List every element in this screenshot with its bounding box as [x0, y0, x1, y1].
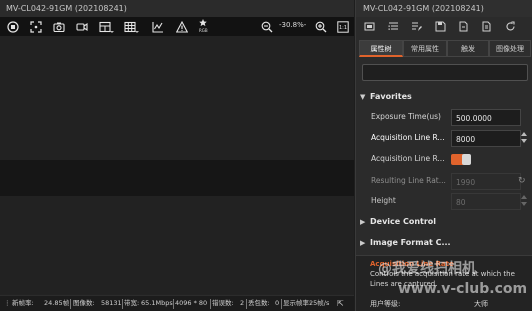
status-frame-rate-label: 新帧率:	[12, 299, 34, 307]
property-search-input[interactable]	[362, 64, 528, 81]
tab-common-properties[interactable]: 常用属性	[403, 40, 447, 57]
layout-split-icon[interactable]	[97, 19, 114, 34]
status-image-count-value: 58131	[101, 299, 122, 307]
status-packet-loss-value: 0	[275, 299, 280, 307]
property-row-resulting-line-rate: Resulting Line Rat... 1990 ↻	[356, 172, 532, 192]
line-rate-enable-toggle[interactable]	[451, 154, 471, 165]
fullscreen-icon[interactable]	[28, 19, 43, 34]
status-image-count-label: 图像数:	[73, 299, 95, 307]
chevron-right-icon: ▶	[360, 218, 366, 226]
section-favorites-label: Favorites	[370, 92, 412, 101]
property-description: Acquisition Line Rate Controls the acqui…	[356, 255, 532, 311]
property-panel: MV-CL042-91GM (202108241) 属性树 常用属性 触发 图像…	[355, 0, 532, 311]
property-row-exposure-time: Exposure Time(us) 500.0000	[356, 108, 532, 128]
height-field: 80	[451, 193, 521, 210]
camera-snapshot-icon[interactable]	[51, 19, 66, 34]
zoom-in-icon[interactable]	[313, 19, 328, 34]
video-record-icon[interactable]	[74, 19, 89, 34]
section-device-control-label: Device Control	[370, 217, 437, 226]
exposure-time-field[interactable]: 500.0000	[451, 109, 521, 126]
stop-icon[interactable]	[5, 19, 20, 34]
device-icon[interactable]	[363, 20, 376, 33]
line-scan-image	[0, 160, 354, 196]
chevron-right-icon: ▶	[360, 239, 366, 247]
panel-title: MV-CL042-91GM (202108241)	[356, 0, 532, 17]
status-bandwidth-label: 带宽:	[124, 299, 140, 307]
panel-tabs: 属性树 常用属性 触发 图像处理	[356, 38, 532, 58]
chevron-down-icon: ▼	[360, 93, 366, 101]
resulting-line-rate-field: 1990	[451, 173, 521, 190]
zoom-out-icon[interactable]	[259, 19, 274, 34]
rgb-label: RGB	[199, 28, 208, 33]
status-frame-rate-value: 24.85帧	[44, 299, 70, 307]
property-label: Acquisition Line R...	[371, 154, 445, 163]
property-row-acquisition-line-rate: Acquisition Line R... 8000	[356, 129, 532, 149]
status-bandwidth-value: 65.1Mbps	[141, 299, 173, 307]
status-error-value: 2	[240, 299, 245, 307]
watermark-line-2: www.v-club.com	[398, 281, 528, 297]
list-icon[interactable]	[387, 20, 400, 33]
property-label: Height	[371, 196, 396, 205]
line-rate-stepper[interactable]	[520, 131, 528, 145]
refresh-icon[interactable]	[504, 20, 517, 33]
viewer-title: MV-CL042-91GM (202108241)	[0, 0, 354, 17]
image-canvas[interactable]	[0, 36, 354, 294]
section-image-format-label: Image Format C...	[370, 238, 451, 247]
save-icon[interactable]	[434, 20, 447, 33]
status-resize-icon: ⋮	[4, 299, 11, 307]
status-resolution: 4096 * 80	[175, 299, 208, 307]
histogram-icon[interactable]	[150, 19, 165, 34]
refresh-icon[interactable]: ↻	[518, 176, 526, 186]
actual-size-icon[interactable]: 1:1	[335, 19, 350, 34]
status-packet-loss-label: 丢包数:	[248, 299, 270, 307]
tab-image-processing[interactable]: 图像处理	[489, 40, 531, 57]
section-image-format[interactable]: ▶ Image Format C...	[356, 235, 532, 251]
watermark: @我爱线扫相机 www.v-club.com	[356, 256, 532, 311]
svg-text:1:1: 1:1	[338, 25, 346, 31]
panel-toolbar	[356, 17, 532, 37]
property-row-acquisition-line-rate-enable: Acquisition Line R...	[356, 150, 532, 170]
status-display-rate-label: 显示帧率:	[283, 299, 312, 307]
property-row-height: Height 80	[356, 192, 532, 212]
status-display-rate-value: 25帧/s	[309, 299, 330, 307]
tab-trigger[interactable]: 触发	[447, 40, 489, 57]
property-label: Exposure Time(us)	[371, 112, 441, 121]
watermark-line-1: @我爱线扫相机	[378, 261, 476, 277]
grid-icon[interactable]	[122, 19, 139, 34]
property-label: Resulting Line Rat...	[371, 176, 446, 185]
property-label: Acquisition Line R...	[371, 133, 445, 142]
section-favorites[interactable]: ▼ Favorites	[356, 89, 532, 105]
warning-icon[interactable]	[174, 19, 189, 34]
acquisition-line-rate-field[interactable]: 8000	[451, 130, 521, 147]
status-error-label: 错误数:	[212, 299, 234, 307]
viewer-toolbar: RGB -30.8%- 1:1	[0, 17, 354, 36]
rgb-icon[interactable]: RGB	[197, 19, 212, 34]
export-icon[interactable]	[480, 20, 493, 33]
height-stepper	[520, 194, 528, 208]
import-icon[interactable]	[457, 20, 470, 33]
status-bar: ⋮ 新帧率: 24.85帧 图像数: 58131 带宽: 65.1Mbps 40…	[0, 295, 354, 311]
list-edit-icon[interactable]	[410, 20, 423, 33]
resize-grip-icon[interactable]: ⇱	[337, 296, 344, 311]
zoom-level: -30.8%-	[279, 21, 307, 29]
tab-property-tree[interactable]: 属性树	[359, 40, 403, 57]
section-device-control[interactable]: ▶ Device Control	[356, 214, 532, 230]
image-viewer: MV-CL042-91GM (202108241) RGB -30.8%- 1:…	[0, 0, 354, 311]
